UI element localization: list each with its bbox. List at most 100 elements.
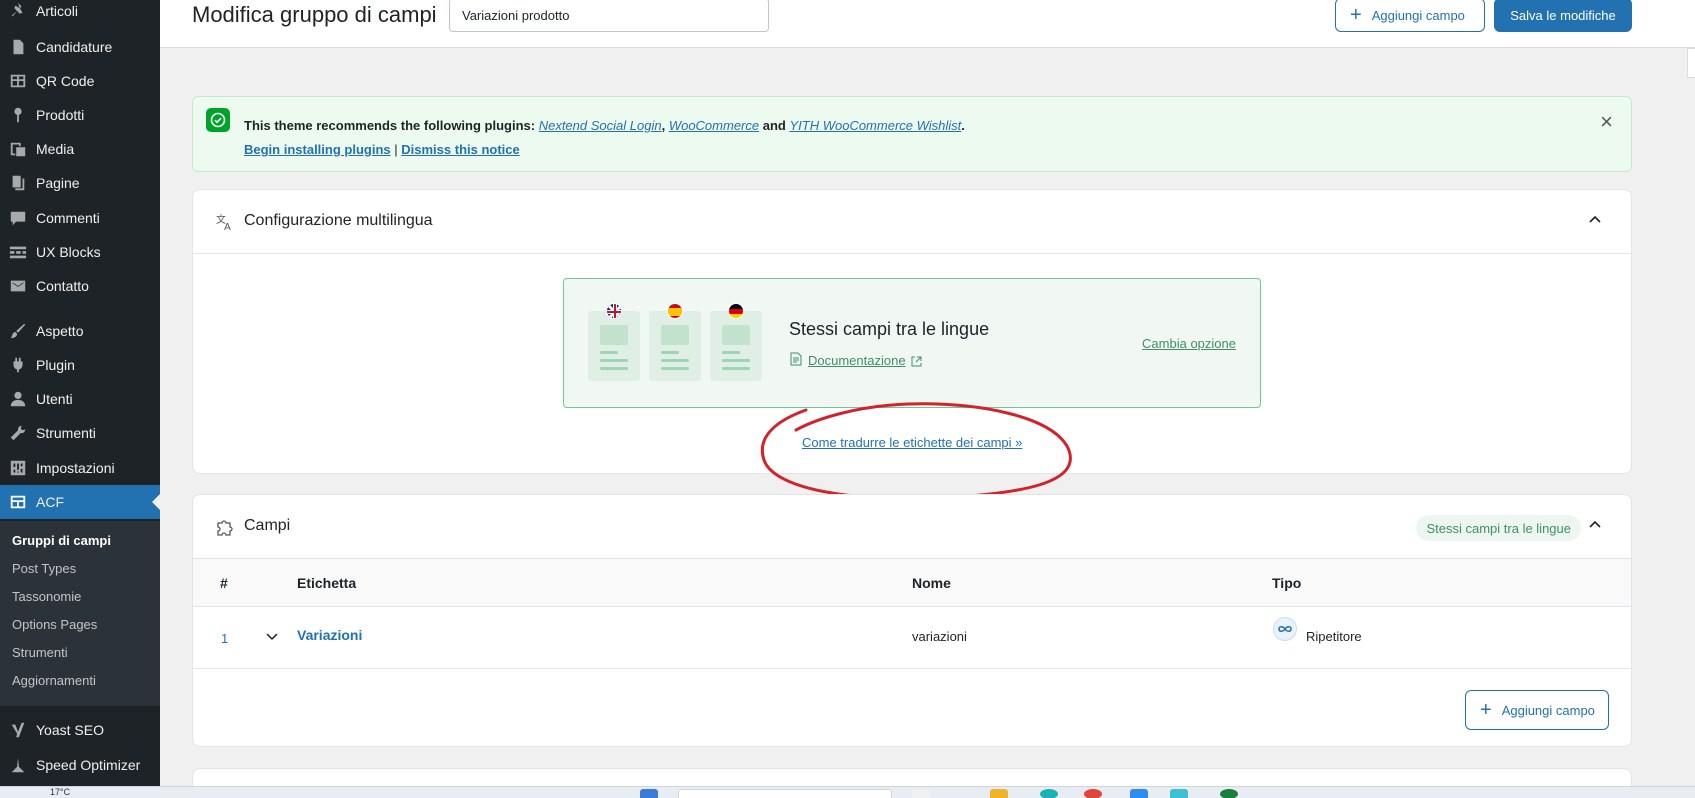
dismiss-notice-link[interactable]: Dismiss this notice (401, 142, 519, 157)
translate-icon: 文A (215, 212, 235, 233)
sidebar-item-strumenti[interactable]: Strumenti (0, 416, 160, 450)
check-icon (206, 108, 230, 132)
user-icon (8, 389, 28, 409)
sidebar-item-articoli[interactable]: Articoli (0, 0, 160, 28)
sidebar-item-utenti[interactable]: Utenti (0, 382, 160, 416)
plugin-notice: This theme recommends the following plug… (192, 96, 1632, 172)
sidebar-item-label: Speed Optimizer (36, 757, 141, 773)
chevron-down-icon[interactable] (265, 629, 279, 643)
fields-title: Campi (244, 517, 291, 534)
sidebar-item-media[interactable]: Media (0, 132, 160, 166)
field-name: variazioni (912, 629, 967, 644)
sidebar-item-label: ACF (36, 494, 64, 510)
sidebar-item-qr-code[interactable]: QR Code (0, 64, 160, 98)
add-field-button-bottom[interactable]: + Aggiungi campo (1465, 690, 1609, 730)
taskbar-app-icon[interactable] (1130, 789, 1148, 798)
pages-icon (8, 173, 28, 193)
sidebar-item-label: Aspetto (36, 323, 84, 339)
acf-icon (8, 492, 28, 512)
change-option-link[interactable]: Cambia opzione (1142, 336, 1236, 351)
mail-icon (8, 276, 28, 296)
multilingual-panel: 文A Configurazione multilingua Stessi cam… (192, 189, 1632, 474)
plus-icon: + (1480, 699, 1492, 721)
chevron-up-icon[interactable] (1585, 210, 1605, 230)
table-icon (8, 71, 28, 91)
table-row[interactable]: 1 Variazioni variazioni Ripetitore (193, 607, 1631, 669)
language-illustration-en (588, 311, 640, 381)
begin-installing-link[interactable]: Begin installing plugins (244, 142, 391, 157)
plugin-link-woocommerce[interactable]: WooCommerce (669, 118, 759, 133)
weather-temperature: 17°C (50, 787, 71, 797)
acf-submenu: Gruppi di campi Post Types Tassonomie Op… (0, 521, 160, 706)
taskbar-folder-icon[interactable] (990, 789, 1008, 798)
field-type: Ripetitore (1306, 629, 1362, 644)
svg-text:A: A (224, 222, 231, 232)
pin-icon (8, 1, 28, 21)
sidebar-item-label: Plugin (36, 357, 75, 373)
uk-flag-icon (606, 303, 622, 319)
chevron-up-icon[interactable] (1585, 515, 1605, 535)
sidebar-item-speed-optimizer[interactable]: Speed Optimizer (0, 748, 160, 782)
sidebar-item-label: Articoli (36, 3, 79, 19)
scroll-handle[interactable] (1687, 48, 1695, 78)
sidebar-item-label: Strumenti (36, 425, 96, 441)
submenu-tassonomie[interactable]: Tassonomie (12, 589, 81, 604)
admin-sidebar: Articoli Candidature QR Code Prodotti Me… (0, 0, 160, 786)
submenu-gruppi-di-campi[interactable]: Gruppi di campi (12, 533, 111, 548)
sidebar-item-label: Commenti (36, 210, 100, 226)
plugin-link-yith-wishlist[interactable]: YITH WooCommerce Wishlist (789, 118, 961, 133)
germany-flag-icon (728, 303, 744, 319)
taskbar-app-icon[interactable] (1040, 789, 1058, 798)
column-number: # (220, 575, 228, 591)
translate-labels-link[interactable]: Come tradurre le etichette dei campi » (802, 435, 1022, 450)
documentation-link[interactable]: Documentazione (808, 353, 906, 368)
plugin-link-nextend[interactable]: Nextend Social Login (539, 118, 662, 133)
taskbar-browser-icon[interactable] (1084, 789, 1102, 798)
sidebar-item-label: Contatto (36, 278, 89, 294)
submenu-options-pages[interactable]: Options Pages (12, 617, 97, 632)
location-pin-icon (8, 105, 28, 125)
sidebar-item-plugin[interactable]: Plugin (0, 348, 160, 382)
submenu-strumenti[interactable]: Strumenti (12, 645, 68, 660)
taskbar-app-icon[interactable] (1170, 789, 1188, 798)
sidebar-item-yoast-seo[interactable]: Yoast SEO (0, 713, 160, 747)
sidebar-item-impostazioni[interactable]: Impostazioni (0, 451, 160, 485)
field-label-link[interactable]: Variazioni (297, 627, 362, 643)
field-group-title-input[interactable] (449, 0, 769, 32)
spain-flag-icon (667, 303, 683, 319)
notice-actions: Begin installing plugins | Dismiss this … (244, 142, 520, 157)
comment-icon (8, 208, 28, 228)
taskbar-app-icon[interactable] (1220, 789, 1238, 798)
yoast-icon (8, 720, 28, 740)
sidebar-item-prodotti[interactable]: Prodotti (0, 98, 160, 132)
sidebar-item-candidature[interactable]: Candidature (0, 30, 160, 64)
sidebar-item-label: UX Blocks (36, 244, 101, 260)
sidebar-item-label: Media (36, 141, 75, 157)
windows-start-icon[interactable] (640, 789, 658, 798)
sidebar-item-commenti[interactable]: Commenti (0, 201, 160, 235)
os-taskbar: 17°C (0, 786, 1695, 798)
add-field-button-top[interactable]: + Aggiungi campo (1335, 0, 1485, 32)
puzzle-icon (215, 517, 235, 537)
field-number: 1 (221, 631, 229, 646)
multilingual-title: Configurazione multilingua (244, 212, 433, 229)
multilingual-panel-header[interactable]: 文A Configurazione multilingua (193, 190, 1631, 254)
column-label: Etichetta (297, 575, 357, 591)
taskbar-app-icon[interactable] (912, 789, 930, 798)
submenu-aggiornamenti[interactable]: Aggiornamenti (12, 673, 96, 688)
sidebar-item-ux-blocks[interactable]: UX Blocks (0, 235, 160, 269)
language-illustration-de (710, 311, 762, 381)
sidebar-item-label: Candidature (36, 39, 113, 55)
sidebar-item-pagine[interactable]: Pagine (0, 166, 160, 200)
sidebar-item-contatto[interactable]: Contatto (0, 269, 160, 303)
fields-table-header: # Etichetta Nome Tipo (193, 559, 1631, 607)
fields-panel-header[interactable]: Campi Stessi campi tra le lingue (193, 495, 1631, 559)
sidebar-item-acf[interactable]: ACF (0, 485, 160, 519)
language-option-card: Stessi campi tra le lingue Documentazion… (563, 278, 1261, 408)
save-changes-button[interactable]: Salva le modifiche (1494, 0, 1632, 32)
repeater-icon (1273, 617, 1297, 641)
close-icon[interactable]: × (1600, 111, 1613, 133)
submenu-post-types[interactable]: Post Types (12, 561, 76, 576)
taskbar-search-box[interactable] (678, 789, 892, 798)
sidebar-item-aspetto[interactable]: Aspetto (0, 314, 160, 348)
